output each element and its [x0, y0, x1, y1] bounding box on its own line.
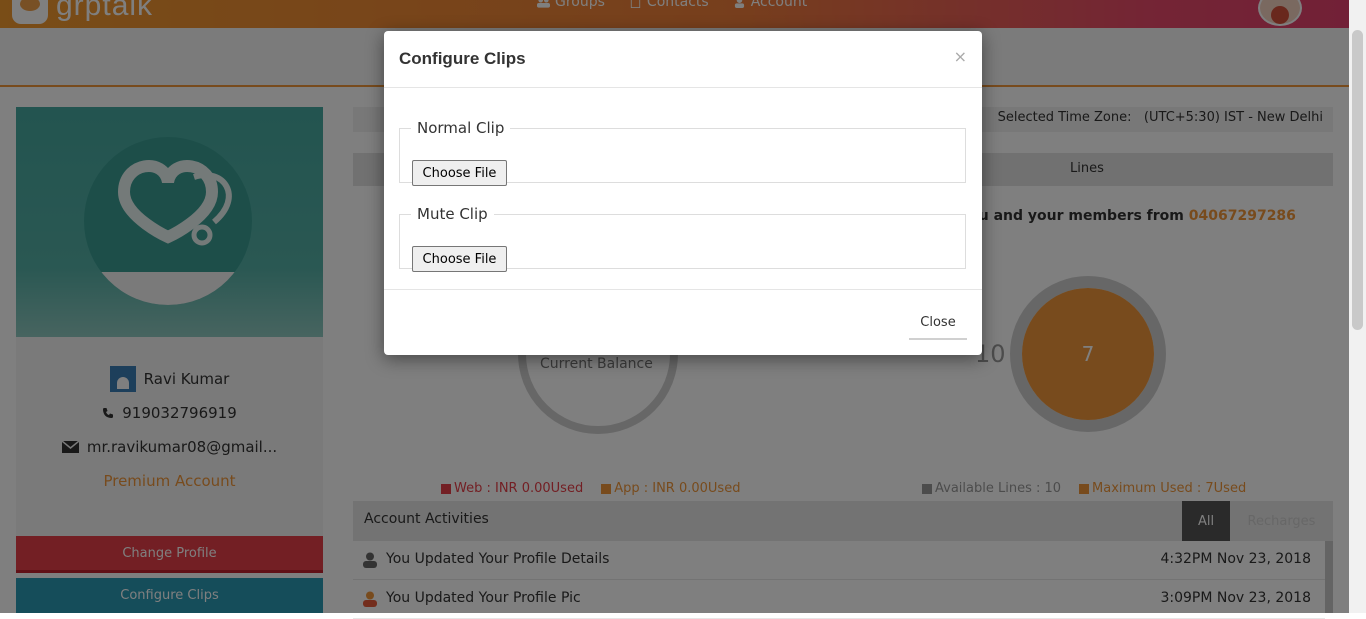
normal-clip-fieldset: Normal Clip Choose File: [399, 119, 966, 186]
modal-footer: Close: [384, 289, 982, 356]
mute-clip-fieldset: Mute Clip Choose File: [399, 205, 966, 272]
mute-clip-legend: Mute Clip: [417, 205, 488, 223]
close-button[interactable]: Close: [909, 306, 967, 340]
normal-clip-choose-file-button[interactable]: Choose File: [412, 160, 507, 186]
modal-title: Configure Clips: [399, 49, 526, 68]
close-icon[interactable]: ×: [954, 47, 967, 66]
page-scroll-thumb[interactable]: [1352, 30, 1363, 330]
page-scrollbar[interactable]: [1349, 0, 1366, 613]
mute-clip-choose-file-button[interactable]: Choose File: [412, 246, 507, 272]
configure-clips-modal: Configure Clips × Normal Clip Choose Fil…: [384, 31, 982, 355]
modal-header: Configure Clips ×: [384, 31, 982, 88]
normal-clip-legend: Normal Clip: [417, 119, 505, 137]
